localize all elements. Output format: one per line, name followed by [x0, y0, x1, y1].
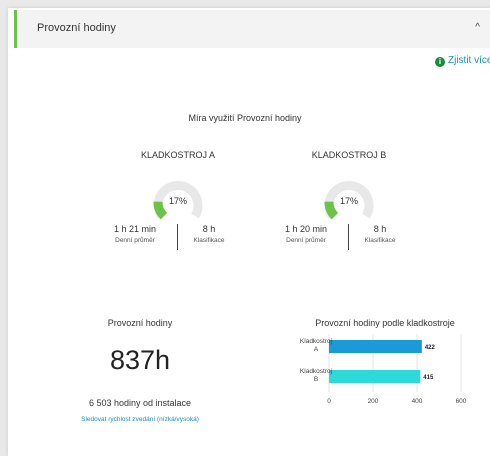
x-tick-label: 400	[412, 398, 423, 405]
bar	[329, 370, 421, 383]
category-label: Kladkostroj	[300, 368, 332, 375]
x-tick-label: 0	[327, 398, 331, 405]
bar	[329, 340, 422, 353]
category-label: A	[314, 346, 319, 353]
category-label: B	[314, 376, 318, 383]
bar-value-label: 415	[423, 375, 434, 381]
bar-value-label: 422	[425, 345, 436, 351]
hours-by-hoist-chart: 0 200 400 600422KladkostrojA415KladkostrojB	[300, 334, 467, 405]
x-tick-label: 600	[456, 398, 467, 405]
x-tick-label: 200	[368, 398, 379, 405]
category-label: Kladkostroj	[300, 338, 332, 345]
